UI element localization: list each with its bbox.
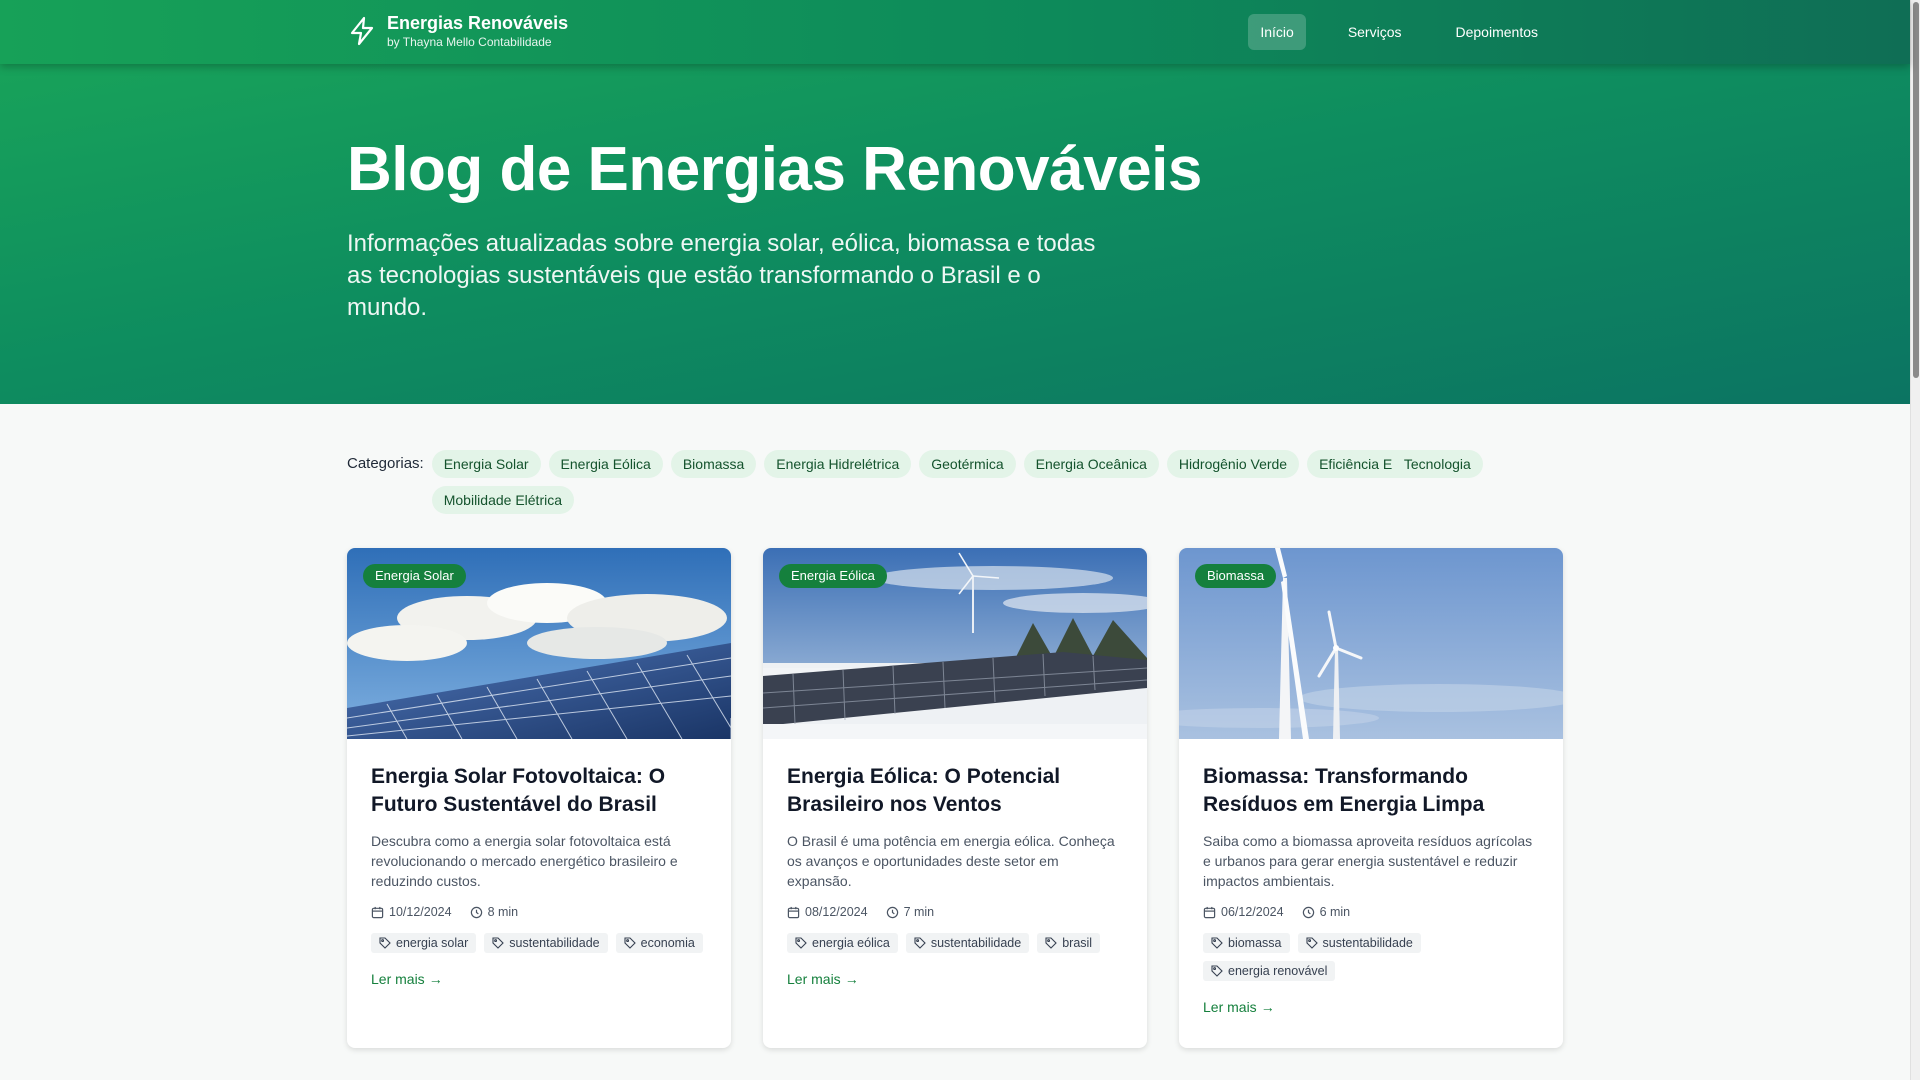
blog-post-card[interactable]: Energia Eólica Energia Eólica: O Potenci… <box>763 548 1147 1048</box>
post-date: 10/12/2024 <box>389 905 452 919</box>
calendar-icon <box>371 906 384 918</box>
read-more-link[interactable]: Ler mais → <box>1203 999 1275 1015</box>
clock-icon <box>1302 906 1314 918</box>
brand-logo-link[interactable]: Energias Renováveis by Thayna Mello Cont… <box>347 12 568 50</box>
post-tag[interactable]: biomassa <box>1203 933 1290 953</box>
category-chip-biomassa[interactable]: Biomassa <box>670 450 757 478</box>
post-excerpt: O Brasil é uma potência em energia eólic… <box>787 833 1115 889</box>
post-tag[interactable]: brasil <box>1037 933 1101 953</box>
lightning-bolt-icon <box>347 16 377 46</box>
page-title: Blog de Energias Renováveis <box>347 135 1202 204</box>
post-tags: energia eólica sustentabilidade brasil <box>787 933 1123 953</box>
category-filter: Categorias: Energia Solar Energia Eólica… <box>347 450 1567 514</box>
categories-label: Categorias: <box>347 455 424 472</box>
clock-icon <box>470 906 482 918</box>
tag-icon <box>379 937 391 949</box>
tag-icon <box>624 937 636 949</box>
tag-icon <box>795 937 807 949</box>
post-tag-label: energia eólica <box>812 936 890 950</box>
tag-icon <box>1211 937 1223 949</box>
category-chip-list: Energia Solar Energia Eólica Biomassa En… <box>431 450 1532 514</box>
page-scrollbar[interactable] <box>1910 0 1920 1080</box>
blog-post-card[interactable]: Energia Solar Energia Solar Fotovoltaica… <box>347 548 731 1048</box>
arrow-right-icon: → <box>844 971 859 987</box>
post-image-wind-turbines[interactable]: Biomassa <box>1179 548 1563 739</box>
post-tag[interactable]: sustentabilidade <box>1297 933 1421 953</box>
post-tag-label: sustentabilidade <box>930 936 1022 950</box>
tag-icon <box>1211 965 1223 977</box>
post-title[interactable]: Energia Eólica: O Potencial Brasileiro n… <box>787 763 1123 819</box>
post-tags: biomassa sustentabilidade energia renová… <box>1203 933 1539 981</box>
post-meta: 10/12/2024 8 min <box>371 905 707 919</box>
blog-post-card[interactable]: Biomassa Biomassa: Transformando Resíduo… <box>1179 548 1563 1048</box>
read-more-label: Ler mais <box>1203 999 1257 1015</box>
nav-link-servicos[interactable]: Serviços <box>1336 14 1414 50</box>
hero-section: Blog de Energias Renováveis Informações … <box>0 64 1910 404</box>
post-meta: 06/12/2024 6 min <box>1203 905 1539 919</box>
post-read-time: 8 min <box>487 905 519 919</box>
category-chip-energia-solar[interactable]: Energia Solar <box>431 450 541 478</box>
read-more-label: Ler mais <box>787 971 841 987</box>
post-read-time: 6 min <box>1319 905 1351 919</box>
post-date: 08/12/2024 <box>805 905 868 919</box>
main-nav: Início Serviços Depoimentos <box>1248 14 1550 50</box>
post-tag[interactable]: economia <box>615 933 703 953</box>
category-chip-energia-hidreletrica[interactable]: Energia Hidrelétrica <box>764 450 912 478</box>
post-date: 06/12/2024 <box>1221 905 1284 919</box>
tag-icon <box>492 937 505 949</box>
post-tag-label: energia solar <box>396 936 469 950</box>
post-title[interactable]: Energia Solar Fotovoltaica: O Futuro Sus… <box>371 763 707 819</box>
post-tag[interactable]: sustentabilidade <box>905 933 1030 953</box>
nav-link-inicio[interactable]: Início <box>1248 14 1306 50</box>
post-meta: 08/12/2024 7 min <box>787 905 1123 919</box>
read-more-link[interactable]: Ler mais → <box>371 971 443 987</box>
clock-icon <box>886 906 898 918</box>
blog-post-grid: Energia Solar Energia Solar Fotovoltaica… <box>347 548 1563 1048</box>
post-tag[interactable]: energia renovável <box>1203 961 1336 981</box>
category-chip-hidrogenio-verde[interactable]: Hidrogênio Verde <box>1166 450 1300 478</box>
post-read-time: 7 min <box>903 905 935 919</box>
post-tag-label: sustentabilidade <box>509 936 600 950</box>
category-chip-tecnologia[interactable]: Tecnologia <box>1391 450 1483 478</box>
post-tag[interactable]: energia solar <box>371 933 477 953</box>
arrow-right-icon: → <box>428 971 443 987</box>
hero-description: Informações atualizadas sobre energia so… <box>347 230 1096 321</box>
post-excerpt: Saiba como a biomassa aproveita resíduos… <box>1203 833 1533 889</box>
post-tag[interactable]: energia eólica <box>787 933 898 953</box>
read-more-link[interactable]: Ler mais → <box>787 971 859 987</box>
nav-link-depoimentos[interactable]: Depoimentos <box>1444 14 1551 50</box>
calendar-icon <box>787 906 800 918</box>
post-tag[interactable]: sustentabilidade <box>484 933 608 953</box>
post-image-wind-turbines-snow[interactable]: Energia Eólica <box>763 548 1147 739</box>
post-tags: energia solar sustentabilidade economia <box>371 933 707 953</box>
tag-icon <box>914 937 926 949</box>
top-navbar: Energias Renováveis by Thayna Mello Cont… <box>0 0 1910 64</box>
post-category-badge: Energia Eólica <box>779 564 887 588</box>
scrollbar-thumb[interactable] <box>1913 2 1919 378</box>
post-tag-label: energia renovável <box>1228 964 1328 978</box>
post-tag-label: biomassa <box>1228 936 1282 950</box>
post-category-badge: Energia Solar <box>363 564 466 588</box>
calendar-icon <box>1203 906 1216 918</box>
post-category-badge: Biomassa <box>1195 564 1277 588</box>
post-tag-label: sustentabilidade <box>1322 936 1413 950</box>
post-excerpt: Descubra como a energia solar fotovoltai… <box>371 833 678 889</box>
tag-icon <box>1305 937 1318 949</box>
category-chip-mobilidade-eletrica[interactable]: Mobilidade Elétrica <box>431 486 575 514</box>
category-chip-geotermica[interactable]: Geotérmica <box>919 450 1016 478</box>
read-more-label: Ler mais <box>371 971 425 987</box>
post-tag-label: economia <box>640 936 695 950</box>
post-tag-label: brasil <box>1062 936 1093 950</box>
post-image-solar-panels[interactable]: Energia Solar <box>347 548 731 739</box>
category-chip-energia-eolica[interactable]: Energia Eólica <box>548 450 663 478</box>
brand-subtitle: by Thayna Mello Contabilidade <box>387 35 552 49</box>
post-title[interactable]: Biomassa: Transformando Resíduos em Ener… <box>1203 763 1539 819</box>
tag-icon <box>1045 937 1057 949</box>
arrow-right-icon: → <box>1260 999 1275 1015</box>
brand-title: Energias Renováveis <box>387 13 569 33</box>
category-chip-energia-oceanica[interactable]: Energia Oceânica <box>1023 450 1159 478</box>
